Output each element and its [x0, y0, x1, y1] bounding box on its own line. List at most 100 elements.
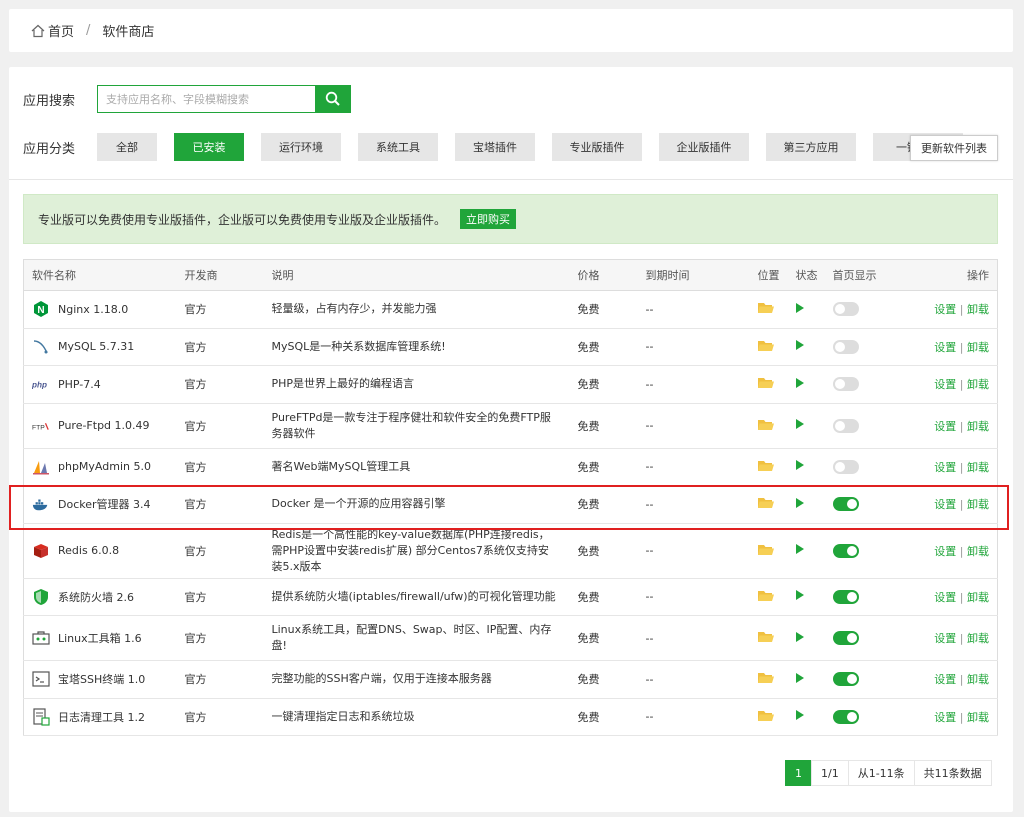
location-cell: [749, 448, 788, 486]
search-input[interactable]: [97, 85, 315, 113]
home-display-toggle[interactable]: [832, 302, 859, 317]
buy-now-button[interactable]: 立即购买: [460, 209, 517, 229]
category-all[interactable]: 全部: [97, 133, 157, 161]
breadcrumb-home[interactable]: 首页: [48, 21, 74, 40]
software-name[interactable]: PHP-7.4: [58, 378, 101, 391]
uninstall-link[interactable]: 卸载: [967, 341, 989, 354]
home-display-toggle[interactable]: [832, 418, 859, 433]
home-display-toggle[interactable]: [832, 543, 859, 558]
uninstall-link[interactable]: 卸载: [967, 498, 989, 511]
play-icon[interactable]: [795, 340, 804, 351]
category-pro-plugins[interactable]: 专业版插件: [552, 133, 642, 161]
uninstall-link[interactable]: 卸载: [967, 545, 989, 558]
uninstall-link[interactable]: 卸载: [967, 420, 989, 433]
play-icon[interactable]: [795, 460, 804, 471]
description: 提供系统防火墙(iptables/firewall/ufw)的可视化管理功能: [263, 578, 570, 616]
ops-separator: |: [959, 590, 964, 604]
settings-link[interactable]: 设置: [934, 632, 956, 645]
col-description: 说明: [263, 259, 570, 291]
folder-icon[interactable]: [757, 301, 774, 317]
software-name[interactable]: MySQL 5.7.31: [58, 340, 134, 353]
settings-link[interactable]: 设置: [934, 711, 956, 724]
software-name[interactable]: Docker管理器 3.4: [58, 496, 151, 512]
settings-link[interactable]: 设置: [934, 461, 956, 474]
col-name[interactable]: 软件名称: [23, 259, 177, 291]
description: Redis是一个高性能的key-value数据库(PHP连接redis，需PHP…: [263, 523, 570, 579]
play-icon[interactable]: [795, 710, 804, 721]
uninstall-link[interactable]: 卸载: [967, 303, 989, 316]
home-icon[interactable]: [31, 24, 45, 38]
software-name[interactable]: 宝塔SSH终端 1.0: [58, 671, 145, 687]
software-name[interactable]: Redis 6.0.8: [58, 544, 119, 557]
ops-cell: 设置 | 卸载: [904, 365, 998, 404]
play-icon[interactable]: [795, 631, 804, 642]
category-third-party[interactable]: 第三方应用: [766, 133, 856, 161]
play-icon[interactable]: [795, 672, 804, 683]
uninstall-link[interactable]: 卸载: [967, 461, 989, 474]
page-current[interactable]: 1: [785, 760, 812, 786]
software-name[interactable]: 系统防火墙 2.6: [58, 589, 134, 605]
update-software-list-button[interactable]: 更新软件列表: [910, 135, 998, 161]
play-icon[interactable]: [795, 544, 804, 554]
play-icon[interactable]: [795, 302, 804, 313]
uninstall-link[interactable]: 卸载: [967, 591, 989, 604]
folder-icon[interactable]: [757, 709, 774, 725]
folder-icon[interactable]: [757, 376, 774, 392]
uninstall-link[interactable]: 卸载: [967, 378, 989, 391]
status-cell: [787, 403, 825, 449]
software-table: 软件名称 开发商 说明 价格 到期时间 位置 状态 首页显示 操作 N Nginx…: [23, 259, 998, 736]
play-icon[interactable]: [795, 590, 804, 601]
category-installed[interactable]: 已安装: [174, 133, 244, 161]
settings-link[interactable]: 设置: [934, 673, 956, 686]
developer: 官方: [176, 328, 264, 366]
uninstall-link[interactable]: 卸载: [967, 632, 989, 645]
folder-icon[interactable]: [757, 496, 774, 512]
home-display-toggle[interactable]: [832, 672, 859, 687]
folder-icon[interactable]: [757, 589, 774, 605]
play-icon[interactable]: [795, 419, 804, 429]
settings-link[interactable]: 设置: [934, 545, 956, 558]
settings-link[interactable]: 设置: [934, 420, 956, 433]
status-cell: [787, 290, 825, 329]
ops-cell: 设置 | 卸载: [904, 403, 998, 449]
software-name[interactable]: Nginx 1.18.0: [58, 303, 128, 316]
folder-icon[interactable]: [757, 671, 774, 687]
category-enterprise-plugins[interactable]: 企业版插件: [659, 133, 749, 161]
play-icon[interactable]: [795, 497, 804, 508]
folder-icon[interactable]: [757, 339, 774, 355]
search-label: 应用搜索: [23, 93, 76, 109]
category-system-tools[interactable]: 系统工具: [358, 133, 438, 161]
home-display-toggle[interactable]: [832, 709, 859, 724]
category-bt-plugins[interactable]: 宝塔插件: [455, 133, 535, 161]
play-icon[interactable]: [795, 377, 804, 388]
software-name[interactable]: Pure-Ftpd 1.0.49: [58, 419, 150, 432]
home-display-toggle[interactable]: [832, 631, 859, 645]
settings-link[interactable]: 设置: [934, 378, 956, 391]
home-display-toggle[interactable]: [832, 589, 859, 604]
uninstall-link[interactable]: 卸载: [967, 711, 989, 724]
software-name[interactable]: phpMyAdmin 5.0: [58, 460, 151, 473]
table-row: 日志清理工具 1.2 官方 一键清理指定日志和系统垃圾 免费 -- 设置 | 卸载: [23, 698, 998, 736]
category-row: 应用分类 全部 已安装 运行环境 系统工具 宝塔插件 专业版插件 企业版插件 第…: [23, 133, 1003, 161]
home-display-toggle[interactable]: [832, 377, 859, 392]
folder-icon[interactable]: [757, 543, 774, 559]
location-cell: [749, 290, 788, 329]
software-name[interactable]: 日志清理工具 1.2: [58, 709, 145, 725]
search-button[interactable]: [315, 85, 351, 113]
settings-link[interactable]: 设置: [934, 498, 956, 511]
category-runtime[interactable]: 运行环境: [261, 133, 341, 161]
ops-cell: 设置 | 卸载: [904, 290, 998, 329]
folder-icon[interactable]: [757, 418, 774, 434]
settings-link[interactable]: 设置: [934, 303, 956, 316]
folder-icon[interactable]: [757, 459, 774, 475]
status-cell: [787, 660, 825, 699]
settings-link[interactable]: 设置: [934, 591, 956, 604]
uninstall-link[interactable]: 卸载: [967, 673, 989, 686]
home-display-toggle[interactable]: [832, 497, 859, 512]
home-display-cell: [824, 660, 905, 699]
folder-icon[interactable]: [757, 630, 774, 646]
home-display-toggle[interactable]: [832, 339, 859, 354]
home-display-toggle[interactable]: [832, 459, 859, 474]
software-name[interactable]: Linux工具箱 1.6: [58, 630, 142, 646]
settings-link[interactable]: 设置: [934, 341, 956, 354]
